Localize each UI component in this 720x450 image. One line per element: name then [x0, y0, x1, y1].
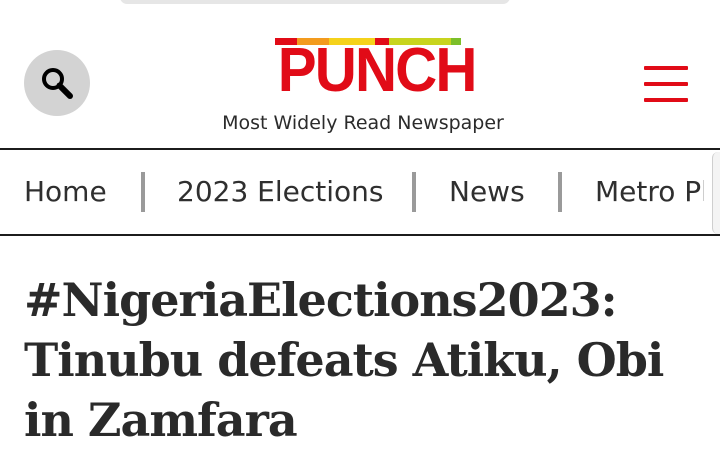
menu-button[interactable]	[644, 66, 688, 102]
nav-separator	[141, 172, 145, 212]
tagline: Most Widely Read Newspaper	[222, 112, 504, 134]
nav-item-news[interactable]: News	[449, 172, 525, 212]
article-headline: #NigeriaElections2023: Tinubu defeats At…	[24, 273, 664, 447]
search-button[interactable]	[24, 50, 90, 116]
punch-logo[interactable]: PUNCH	[272, 36, 478, 105]
hamburger-menu-icon	[644, 66, 688, 70]
category-nav: Home 2023 Elections News Metro Plus	[0, 150, 720, 234]
nav-separator	[412, 172, 416, 212]
nav-item-2023-elections[interactable]: 2023 Elections	[177, 172, 383, 212]
site-header: PUNCH Most Widely Read Newspaper	[0, 0, 720, 148]
nav-separator	[558, 172, 562, 212]
nav-item-home[interactable]: Home	[24, 172, 107, 212]
search-icon	[42, 68, 73, 99]
nav-item-metro-plus[interactable]: Metro Plus	[595, 172, 720, 212]
nav-scroll-handle[interactable]	[712, 152, 720, 234]
nav-divider	[0, 234, 720, 236]
logo-text: PUNCH	[277, 36, 478, 105]
